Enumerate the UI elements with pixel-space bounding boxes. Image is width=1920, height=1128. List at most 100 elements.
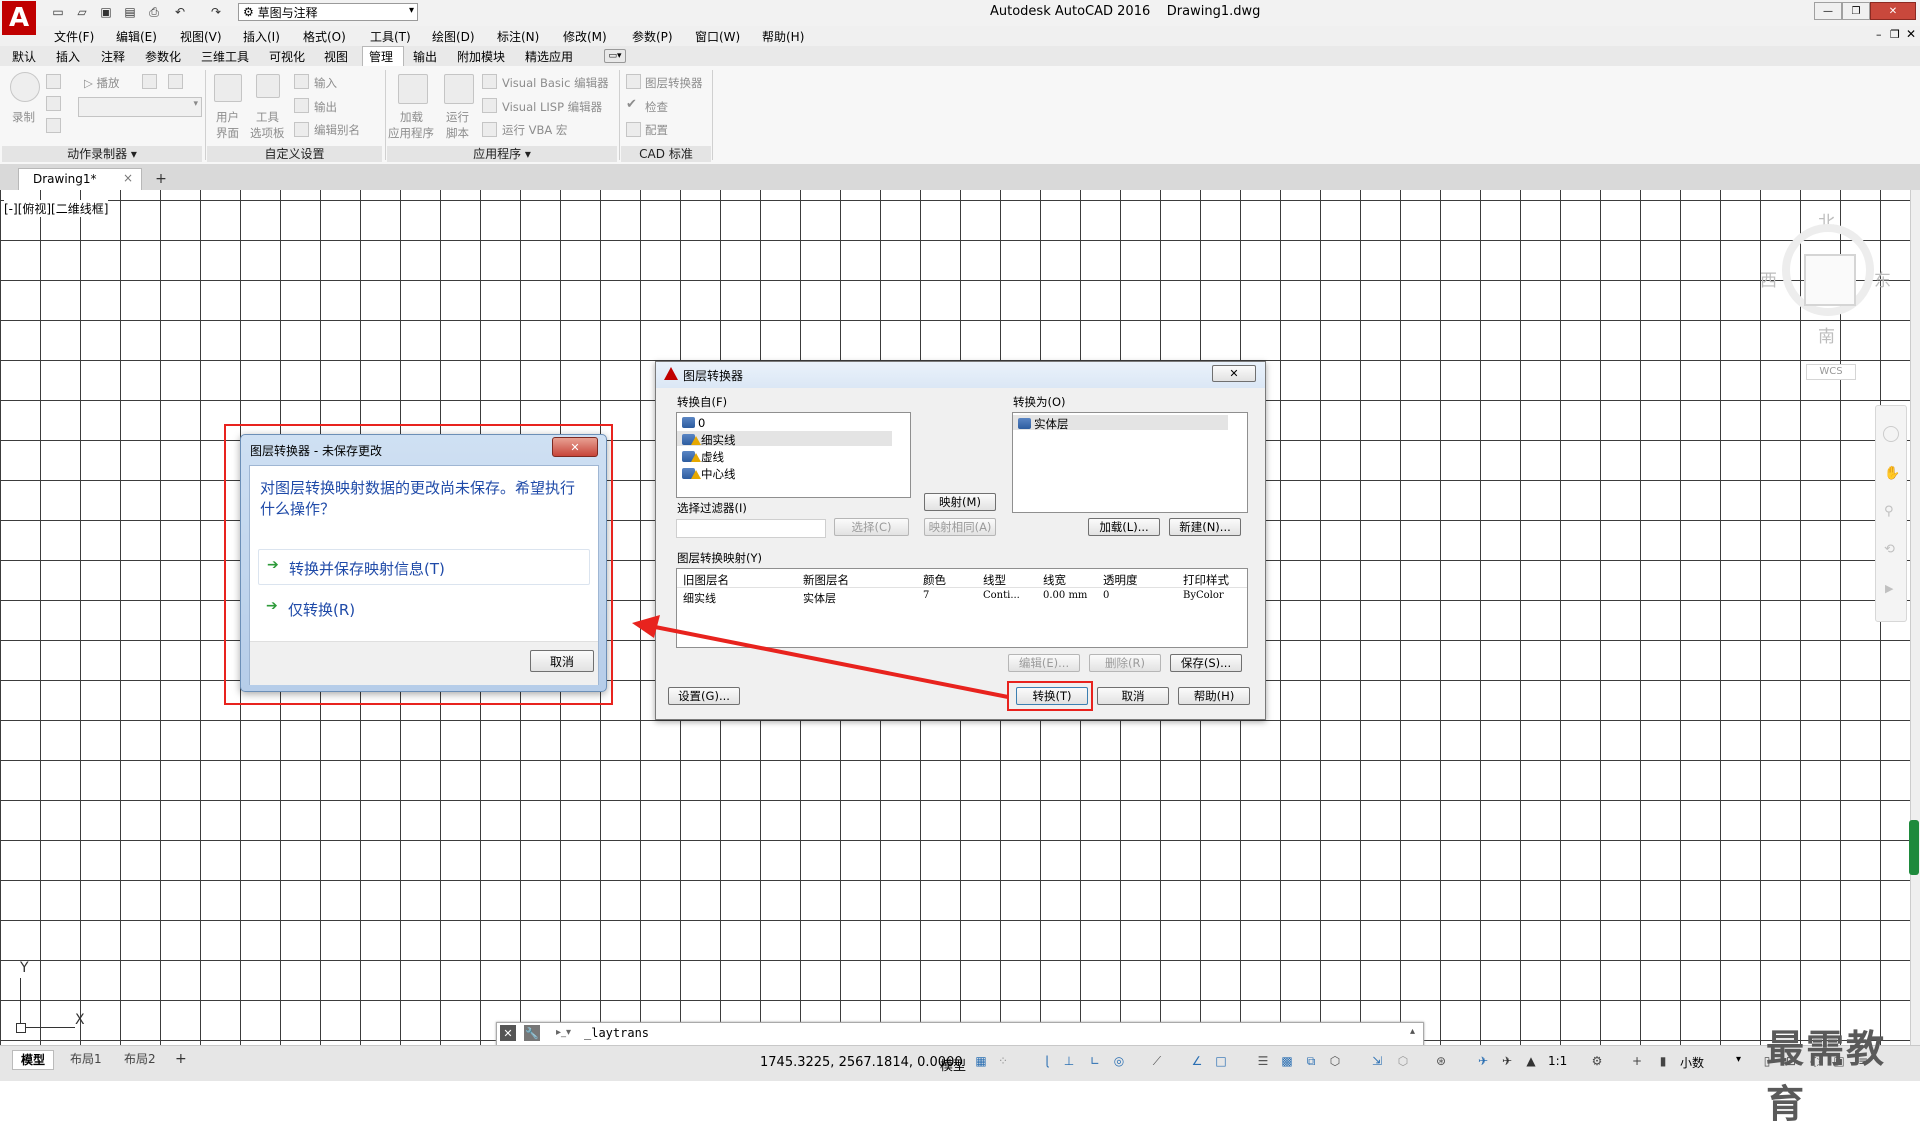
steering-wheel-icon[interactable] — [1883, 426, 1899, 442]
vertical-scrollbar[interactable] — [1910, 190, 1920, 1045]
list-item[interactable]: 中心线 — [682, 466, 736, 482]
scroll-thumb[interactable] — [1909, 820, 1919, 875]
menu-view[interactable]: 视图(V) — [180, 28, 222, 45]
column-header[interactable]: 旧图层名 — [683, 572, 729, 588]
menu-modify[interactable]: 修改(M) — [563, 28, 607, 45]
menu-insert[interactable]: 插入(I) — [243, 28, 280, 45]
help-button[interactable]: 帮助(H) — [1178, 687, 1250, 705]
select-button[interactable]: 选择(C) — [834, 518, 909, 536]
selection-cycling-icon[interactable]: ⧉ — [1304, 1054, 1318, 1068]
tab-layout1[interactable]: 布局1 — [62, 1050, 110, 1068]
viewport-controls[interactable]: [-][俯视][二维线框] — [4, 200, 109, 217]
remove-button[interactable]: 删除(R) — [1089, 654, 1161, 672]
units-dropdown[interactable]: 小数 — [1680, 1054, 1704, 1071]
load-button[interactable]: 加载(L)... — [1088, 518, 1160, 536]
menu-format[interactable]: 格式(O) — [303, 28, 346, 45]
configure-icon[interactable] — [626, 122, 641, 137]
wcs-menu[interactable]: WCS — [1806, 364, 1856, 380]
auto-scale-icon[interactable]: ✈ — [1500, 1054, 1514, 1068]
print-icon[interactable]: ⎙ — [144, 3, 164, 21]
add-layout-icon[interactable]: + — [175, 1051, 187, 1067]
menu-window[interactable]: 窗口(W) — [695, 28, 740, 45]
command-input[interactable]: _laytrans — [584, 1026, 649, 1040]
open-file-icon[interactable]: ▱ — [72, 3, 92, 21]
object-snap-icon[interactable]: □ — [1214, 1054, 1228, 1068]
tab-visualize[interactable]: 可视化 — [269, 48, 305, 65]
tab-manage[interactable]: 管理 — [369, 48, 393, 65]
import-button[interactable]: 输入 — [314, 75, 337, 91]
showmotion-icon[interactable]: ▶ — [1885, 582, 1893, 595]
translate-from-list[interactable]: 0 细实线 虚线 中心线 — [676, 412, 911, 498]
viewcube-west[interactable]: 西 — [1760, 266, 1777, 291]
doc-minimize-icon[interactable]: – — [1876, 28, 1882, 41]
tab-annotate[interactable]: 注释 — [101, 48, 125, 65]
map-button[interactable]: 映射(M) — [924, 493, 996, 511]
new-file-icon[interactable]: ▭ — [48, 3, 68, 21]
menu-file[interactable]: 文件(F) — [54, 28, 94, 45]
redo-icon[interactable]: ↷ — [206, 3, 226, 21]
vba-editor-button[interactable]: Visual Basic 编辑器 — [502, 75, 609, 91]
manage-macros-icon[interactable] — [168, 74, 183, 89]
tab-model[interactable]: 模型 — [12, 1050, 55, 1070]
dialog-close-button[interactable]: ✕ — [1212, 365, 1256, 382]
tab-3d-tools[interactable]: 三维工具 — [201, 48, 249, 65]
run-vba-button[interactable]: 运行 VBA 宏 — [502, 122, 567, 138]
close-icon[interactable]: ✕ — [500, 1025, 516, 1041]
selection-filter-input[interactable] — [676, 519, 826, 538]
dynamic-ucs-icon[interactable]: ⇲ — [1370, 1054, 1384, 1068]
chevron-down-icon[interactable]: ▾ — [1736, 1054, 1741, 1065]
transparency-icon[interactable]: ▩ — [1280, 1054, 1294, 1068]
check-button[interactable]: 检查 — [645, 99, 668, 115]
isodraft-icon[interactable]: ⟋ — [1150, 1054, 1164, 1068]
map-same-button[interactable]: 映射相同(A) — [924, 518, 996, 536]
3d-osnap-icon[interactable]: ⬡ — [1328, 1054, 1342, 1068]
action-macro-dropdown[interactable]: ▾ — [78, 97, 202, 117]
edit-aliases-button[interactable]: 编辑别名 — [314, 122, 360, 138]
load-application-icon[interactable] — [398, 74, 428, 104]
column-header[interactable]: 打印样式 — [1183, 572, 1229, 588]
annotation-scale-value[interactable]: 1:1 — [1548, 1054, 1567, 1068]
gizmo-icon[interactable]: ⊛ — [1434, 1054, 1448, 1068]
new-tab-icon[interactable]: + — [150, 170, 172, 188]
doc-restore-icon[interactable]: ❐ — [1890, 28, 1900, 41]
edit-aliases-icon[interactable] — [294, 122, 309, 137]
tab-addins[interactable]: 附加模块 — [457, 48, 505, 65]
annotation-scale-icon[interactable]: ▲ — [1524, 1054, 1538, 1068]
tab-featured-apps[interactable]: 精选应用 — [525, 48, 573, 65]
list-item[interactable]: 虚线 — [682, 449, 724, 465]
new-button[interactable]: 新建(N)... — [1169, 518, 1241, 536]
annotation-visibility-icon[interactable]: ✈ — [1476, 1054, 1490, 1068]
selection-filter-icon[interactable]: ⬡ — [1396, 1054, 1410, 1068]
application-menu-button[interactable]: A — [2, 1, 36, 35]
configure-button[interactable]: 配置 — [645, 122, 668, 138]
wrench-icon[interactable]: 🔧 — [524, 1025, 540, 1041]
pan-icon[interactable]: ✋ — [1884, 466, 1900, 481]
insert-base-point-icon[interactable] — [46, 118, 61, 133]
infer-constraints-icon[interactable]: ɭ — [1040, 1054, 1054, 1068]
gear-icon[interactable]: ⚙ — [1590, 1054, 1604, 1068]
cui-icon[interactable] — [214, 74, 242, 102]
ucs-origin-icon[interactable] — [16, 1023, 26, 1033]
layer-translator-icon[interactable] — [626, 74, 641, 89]
menu-tools[interactable]: 工具(T) — [370, 28, 411, 45]
tool-palettes-icon[interactable] — [256, 74, 280, 98]
export-button[interactable]: 输出 — [314, 99, 337, 115]
column-header[interactable]: 透明度 — [1103, 572, 1138, 588]
save-button[interactable]: 保存(S)... — [1170, 654, 1242, 672]
tab-output[interactable]: 输出 — [413, 48, 437, 65]
tab-view[interactable]: 视图 — [324, 48, 348, 65]
menu-edit[interactable]: 编辑(E) — [116, 28, 157, 45]
tab-parametric[interactable]: 参数化 — [145, 48, 181, 65]
minimize-button[interactable]: — — [1814, 2, 1842, 20]
navigation-bar[interactable]: ✋ ⚲ ⟲ ▶ — [1875, 405, 1907, 622]
chevron-up-icon[interactable]: ▴ — [1410, 1026, 1415, 1037]
message-icon[interactable] — [46, 74, 61, 89]
object-snap-tracking-icon[interactable]: ∠ — [1190, 1054, 1204, 1068]
menu-parametric[interactable]: 参数(P) — [632, 28, 673, 45]
lineweight-icon[interactable]: ☰ — [1256, 1054, 1270, 1068]
file-tab-drawing1[interactable]: Drawing1* × — [18, 168, 142, 191]
viewcube-east[interactable]: 东 — [1874, 266, 1891, 291]
play-button[interactable]: ▷ 播放 — [84, 75, 120, 91]
translate-to-list[interactable]: 实体层 — [1012, 412, 1248, 513]
list-item[interactable]: 细实线 — [682, 432, 736, 448]
